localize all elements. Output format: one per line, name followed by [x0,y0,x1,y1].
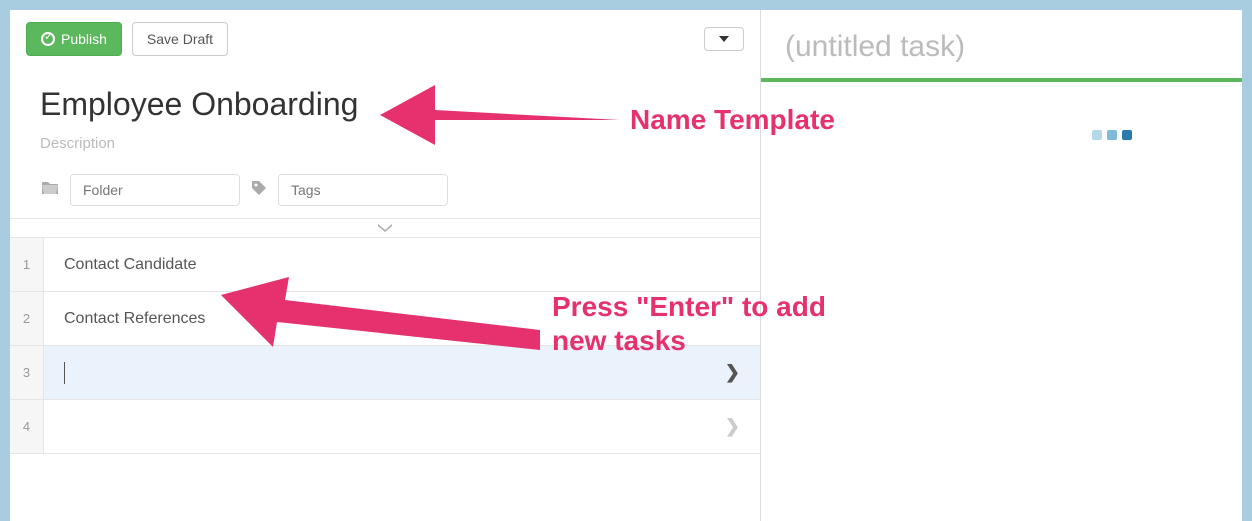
task-label[interactable]: Contact References [44,292,760,345]
folder-icon [40,180,60,201]
check-circle-icon [41,32,55,46]
publish-button[interactable]: Publish [26,22,122,56]
loading-indicator [1092,130,1132,140]
chevron-right-icon: ❯ [725,362,740,383]
chevron-down-icon [719,36,729,42]
task-label[interactable]: Contact Candidate [44,238,760,291]
publish-label: Publish [61,31,107,47]
meta-row [10,162,760,218]
template-title-input[interactable]: Employee Onboarding [40,86,730,123]
toolbar: Publish Save Draft [10,10,760,68]
left-panel: Publish Save Draft Employee Onboarding D… [10,10,760,521]
section-collapse-toggle[interactable] [10,218,760,238]
task-row[interactable]: 3 ❯ [10,346,760,400]
task-title-input[interactable]: (untitled task) [785,30,1218,64]
save-draft-button[interactable]: Save Draft [132,22,228,56]
description-input[interactable]: Description [40,135,730,152]
chevron-right-icon: ❯ [725,416,740,437]
task-row[interactable]: 4 ❯ [10,400,760,454]
task-number: 2 [10,292,44,345]
loader-dot [1107,130,1117,140]
save-draft-label: Save Draft [147,31,213,47]
folder-input[interactable] [70,174,240,206]
accent-underline [761,78,1242,82]
app-frame: Publish Save Draft Employee Onboarding D… [10,10,1242,521]
tag-icon [250,179,268,202]
task-number: 1 [10,238,44,291]
task-input-active[interactable]: ❯ [44,346,760,399]
loader-dot [1092,130,1102,140]
task-number: 3 [10,346,44,399]
task-row[interactable]: 2 Contact References [10,292,760,346]
task-input-empty[interactable]: ❯ [44,400,760,453]
right-panel: (untitled task) [760,10,1242,521]
more-actions-dropdown[interactable] [704,27,744,51]
task-row[interactable]: 1 Contact Candidate [10,238,760,292]
task-number: 4 [10,400,44,453]
loader-dot [1122,130,1132,140]
tags-input[interactable] [278,174,448,206]
text-cursor [64,362,65,384]
title-block: Employee Onboarding Description [10,86,760,162]
